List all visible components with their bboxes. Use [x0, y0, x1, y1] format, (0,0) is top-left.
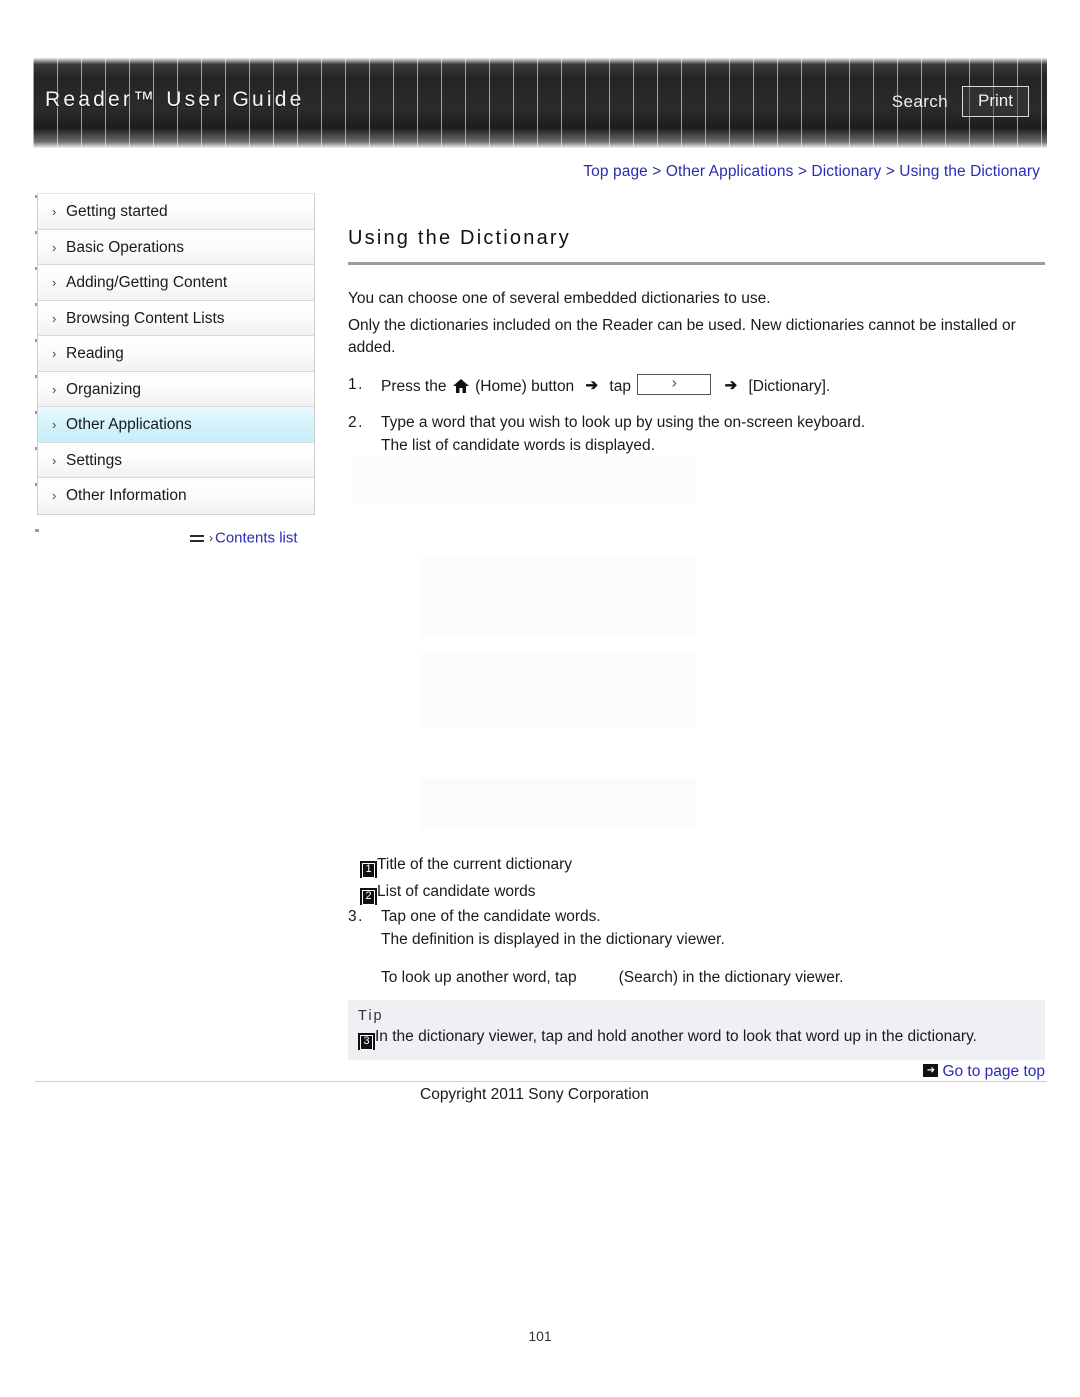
- step-2-line-2: The list of candidate words is displayed…: [381, 436, 655, 454]
- chevron-right-icon: ›: [52, 275, 57, 291]
- chevron-right-icon: ›: [52, 310, 57, 326]
- step-1-text-a: Press the: [381, 377, 447, 395]
- step-3-line-3-b: (Search) in the dictionary viewer.: [618, 969, 844, 986]
- sidebar-item-label: Getting started: [66, 203, 168, 221]
- screenshot-placeholder-6: [421, 680, 695, 704]
- sidebar-item-reading[interactable]: › Reading: [38, 336, 314, 372]
- step-3-line-1: Tap one of the candidate words.: [381, 908, 601, 925]
- step-1: 1. Press the (Home) button ➔ tap ➔ [Dict…: [348, 373, 1045, 399]
- step-1-text-b: (Home) button: [475, 377, 575, 395]
- sidebar-nav[interactable]: › Getting started › Basic Operations › Addi…: [37, 193, 315, 515]
- step-3: 3. Tap one of the candidate words. The d…: [348, 906, 1045, 990]
- callout-badge-2: 2: [360, 888, 377, 905]
- tip-badge: 3: [358, 1033, 375, 1050]
- sidebar-item-label: Basic Operations: [66, 238, 185, 256]
- page-title: Using the Dictionary: [348, 227, 571, 249]
- site-title: Reader™ User Guide: [45, 88, 305, 111]
- step-3-line-3-a: To look up another word, tap: [381, 969, 577, 986]
- chevron-right-icon: ›: [209, 531, 213, 546]
- tip-text-row: 3 In the dictionary viewer, tap and hold …: [358, 1026, 1035, 1050]
- chevron-right-icon: ›: [52, 204, 57, 220]
- search-link[interactable]: Search: [892, 92, 948, 112]
- callout-item-2: 2 List of candidate words: [360, 878, 960, 905]
- sidebar-item-label: Organizing: [66, 380, 141, 398]
- chevron-right-icon: ›: [52, 417, 57, 433]
- step-3-container: 3. Tap one of the candidate words. The d…: [348, 906, 1045, 990]
- step-number: 2.: [348, 414, 364, 431]
- sidebar-item-adding-getting-content[interactable]: › Adding/Getting Content: [38, 265, 314, 301]
- chevron-right-icon: ›: [52, 239, 57, 255]
- sidebar-item-other-information[interactable]: › Other Information: [38, 478, 314, 514]
- breadcrumb[interactable]: Top page > Other Applications > Dictiona…: [583, 163, 1040, 181]
- go-to-page-top-link[interactable]: Go to page top: [923, 1063, 1045, 1081]
- screenshot-placeholder-8: [421, 778, 695, 828]
- title-divider: [348, 262, 1045, 265]
- intro-paragraph-2: Only the dictionaries included on the Re…: [348, 316, 1016, 357]
- callout-item-1: 1 Title of the current dictionary: [360, 851, 960, 878]
- copyright-text: Copyright 2011 Sony Corporation: [420, 1086, 649, 1103]
- site-header: Reader™ User Guide Search Print: [33, 58, 1047, 148]
- sidebar-item-label: Browsing Content Lists: [66, 309, 225, 327]
- step-3-line-3: To look up another word, tap (Search) in …: [381, 967, 1045, 990]
- sidebar-item-browsing-content-lists[interactable]: › Browsing Content Lists: [38, 300, 314, 336]
- step-2-line-1: Type a word that you wish to look up by …: [381, 414, 866, 431]
- sidebar-item-label: Reading: [66, 345, 124, 363]
- step-3-line-2: The definition is displayed in the dicti…: [381, 930, 725, 948]
- chevron-right-icon: ›: [52, 346, 57, 362]
- screenshot-placeholder-4: [421, 609, 695, 637]
- contents-list-link[interactable]: › Contents list: [190, 529, 298, 547]
- tip-label: Tip: [358, 1008, 384, 1024]
- sidebar-item-label: Adding/Getting Content: [66, 274, 228, 292]
- page-number: 101: [528, 1328, 552, 1344]
- sidebar-item-label: Other Applications: [66, 416, 192, 434]
- callout-label-1: Title of the current dictionary: [377, 856, 572, 873]
- sidebar-item-settings[interactable]: › Settings: [38, 442, 314, 478]
- step-number: 3.: [348, 908, 364, 925]
- sidebar-item-basic-operations[interactable]: › Basic Operations: [38, 229, 314, 265]
- list-lines-icon: [190, 533, 208, 544]
- step-2: 2. Type a word that you wish to look up …: [348, 412, 1045, 457]
- callout-badge-1: 1: [360, 861, 377, 878]
- chevron-right-icon: ›: [52, 488, 57, 504]
- screenshot-placeholder-5: [421, 654, 695, 680]
- sidebar-item-label: Settings: [66, 451, 123, 469]
- sidebar-item-label: Other Information: [66, 487, 187, 505]
- home-icon: [452, 378, 469, 393]
- header-actions: Search Print: [892, 86, 1029, 117]
- callout-label-2: List of candidate words: [377, 883, 536, 900]
- intro-paragraph-1: You can choose one of several embedded d…: [348, 290, 771, 307]
- screenshot-placeholder-2: [421, 557, 695, 584]
- step-1-text-c: tap: [609, 377, 631, 395]
- arrow-right-icon: ➔: [724, 376, 738, 394]
- callout-legend: 1 Title of the current dictionary 2 List o…: [360, 851, 960, 905]
- step-1-text-d: [Dictionary].: [748, 377, 831, 395]
- main-content: Using the Dictionary You can choose one …: [348, 227, 1045, 457]
- more-chevron-button[interactable]: [637, 373, 712, 395]
- screenshot-placeholder-7: [421, 704, 695, 728]
- sidebar-item-organizing[interactable]: › Organizing: [38, 371, 314, 407]
- arrow-right-box-icon: [923, 1064, 939, 1077]
- step-number: 1.: [348, 375, 364, 393]
- print-button[interactable]: Print: [962, 86, 1029, 117]
- screenshot-placeholder-3: [421, 584, 695, 609]
- chevron-right-icon: ›: [52, 381, 57, 397]
- tip-text: In the dictionary viewer, tap and hold a…: [375, 1028, 977, 1045]
- screenshot-placeholder-1: [353, 456, 695, 504]
- footer-divider: [35, 1081, 1047, 1082]
- chevron-right-icon: ›: [52, 452, 57, 468]
- sidebar-item-getting-started[interactable]: › Getting started: [38, 194, 314, 230]
- sidebar-item-other-applications[interactable]: › Other Applications: [38, 407, 314, 443]
- go-to-page-top-label: Go to page top: [942, 1063, 1045, 1080]
- tip-box: Tip 3 In the dictionary viewer, tap and h…: [348, 1000, 1045, 1060]
- arrow-right-icon: ➔: [585, 376, 599, 394]
- contents-list-label: Contents list: [215, 529, 298, 547]
